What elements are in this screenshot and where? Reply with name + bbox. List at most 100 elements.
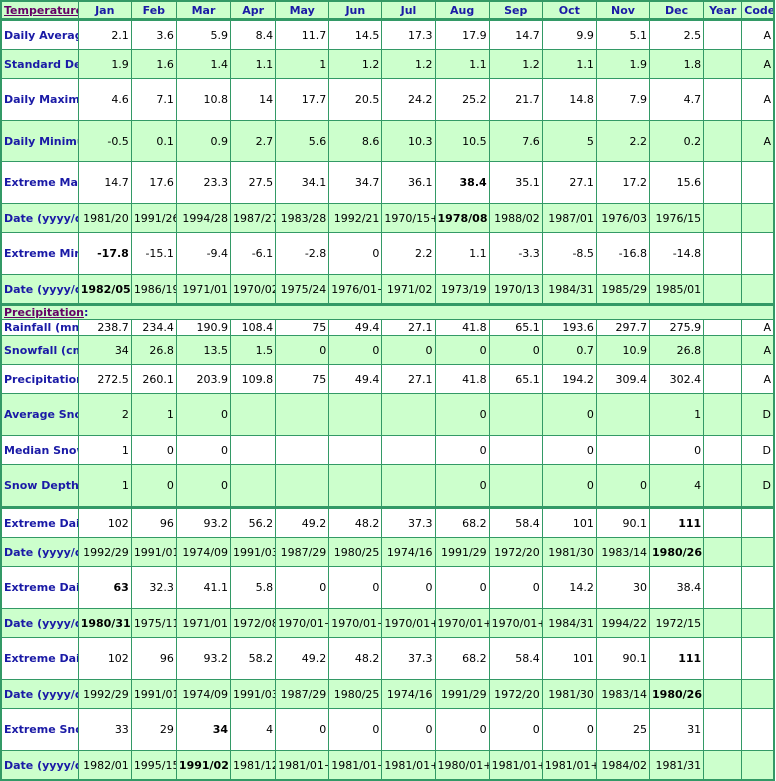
header-row: Temperature: Jan Feb Mar Apr May Jun Jul… <box>0 0 775 20</box>
table-row: Date (yyyy/dd)1982/011995/151991/021981/… <box>0 750 775 781</box>
cell-nov: 1.9 <box>595 49 651 79</box>
cell-jun: 0 <box>328 566 383 609</box>
cell-mar: 5.9 <box>175 18 232 50</box>
cell-nov: 1976/03 <box>595 203 651 233</box>
cell-jan: 102 <box>77 506 132 538</box>
cell-aug: 0 <box>434 566 490 609</box>
cell-jun: 1970/01+ <box>328 608 383 638</box>
table-row: Median Snow Depth (cm)100000D <box>0 435 775 465</box>
cell-code: A <box>741 120 775 162</box>
cell-jan: 1980/31 <box>77 608 132 638</box>
cell-sep: 65.1 <box>488 319 543 336</box>
cell-feb: 234.4 <box>130 319 177 336</box>
row-label: Median Snow Depth (cm) <box>0 435 79 465</box>
month-header-sep: Sep <box>488 0 543 20</box>
cell-feb: 26.8 <box>130 335 177 365</box>
cell-mar: 0.9 <box>175 120 232 162</box>
cell-dec: 1980/26 <box>649 679 705 709</box>
month-header-oct: Oct <box>541 0 597 20</box>
row-label: Snowfall (cm) <box>0 335 79 365</box>
table-row: Date (yyyy/dd)1992/291991/011974/091991/… <box>0 679 775 709</box>
cell-feb: 1.6 <box>130 49 177 79</box>
cell-oct: 101 <box>541 506 597 538</box>
cell-jun: 1980/25 <box>328 679 383 709</box>
cell-feb: 260.1 <box>130 364 177 394</box>
cell-aug: 1978/08 <box>434 203 490 233</box>
cell-jan: 1982/01 <box>77 750 132 781</box>
cell-sep: 1981/01+ <box>488 750 543 781</box>
cell-nov <box>595 435 651 465</box>
cell-apr: 1972/08 <box>230 608 277 638</box>
cell-year <box>703 78 743 121</box>
cell-dec: 15.6 <box>649 161 705 204</box>
cell-jun: 49.4 <box>328 319 383 336</box>
cell-mar: 1971/01 <box>175 274 232 305</box>
cell-feb: 3.6 <box>130 18 177 50</box>
cell-jul: 27.1 <box>381 319 436 336</box>
cell-apr: 1.1 <box>230 49 277 79</box>
cell-oct: 0 <box>541 708 597 751</box>
month-header-jul: Jul <box>381 0 436 20</box>
cell-code <box>741 506 775 538</box>
cell-dec: 1981/31 <box>649 750 705 781</box>
cell-mar: 10.8 <box>175 78 232 121</box>
row-label: Date (yyyy/dd) <box>0 750 79 781</box>
cell-sep: 58.4 <box>488 637 543 680</box>
cell-apr: 14 <box>230 78 277 121</box>
table-row: Extreme Daily Snowfall (cm)6332.341.15.8… <box>0 566 775 609</box>
cell-jul: 24.2 <box>381 78 436 121</box>
cell-dec: 4 <box>649 464 705 508</box>
cell-apr: 1991/03 <box>230 537 277 567</box>
cell-jul: 1970/15+ <box>381 203 436 233</box>
cell-may: 11.7 <box>275 18 330 50</box>
cell-nov: 30 <box>595 566 651 609</box>
cell-aug: 1.1 <box>434 232 490 275</box>
precipitation-link[interactable]: Precipitation <box>4 308 84 319</box>
cell-dec: 1976/15 <box>649 203 705 233</box>
cell-jun <box>328 464 383 508</box>
table-row: Daily Maximum (°C)4.67.110.81417.720.524… <box>0 78 775 121</box>
cell-jul: 1974/16 <box>381 537 436 567</box>
cell-code: A <box>741 18 775 50</box>
cell-oct: 0 <box>541 464 597 508</box>
cell-apr: 108.4 <box>230 319 277 336</box>
row-label: Daily Average (°C) <box>0 18 79 50</box>
cell-feb: 1991/01 <box>130 679 177 709</box>
cell-code <box>741 679 775 709</box>
cell-jul: 2.2 <box>381 232 436 275</box>
code-header: Code <box>741 0 775 20</box>
row-label: Precipitation (mm) <box>0 364 79 394</box>
cell-jan: 1.9 <box>77 49 132 79</box>
cell-feb: -15.1 <box>130 232 177 275</box>
cell-feb: 96 <box>130 506 177 538</box>
cell-code <box>741 203 775 233</box>
cell-sep: 1970/13 <box>488 274 543 305</box>
cell-jul: 37.3 <box>381 637 436 680</box>
cell-sep: 0 <box>488 566 543 609</box>
cell-year <box>703 537 743 567</box>
cell-year <box>703 708 743 751</box>
cell-code: A <box>741 78 775 121</box>
cell-nov: 1994/22 <box>595 608 651 638</box>
temperature-link[interactable]: Temperature <box>4 4 77 17</box>
month-header-jun: Jun <box>328 0 383 20</box>
table-row: Daily Average (°C)2.13.65.98.411.714.517… <box>0 18 775 50</box>
cell-feb: 1991/01 <box>130 537 177 567</box>
cell-sep: 1970/01+ <box>488 608 543 638</box>
cell-aug: 41.8 <box>434 319 490 336</box>
cell-jun: 49.4 <box>328 364 383 394</box>
cell-sep: 65.1 <box>488 364 543 394</box>
cell-may: 0 <box>275 335 330 365</box>
cell-code: D <box>741 464 775 508</box>
cell-oct: 0 <box>541 435 597 465</box>
cell-oct: 9.9 <box>541 18 597 50</box>
cell-aug: 38.4 <box>434 161 490 204</box>
cell-nov: 1983/14 <box>595 679 651 709</box>
cell-sep <box>488 393 543 436</box>
cell-dec: -14.8 <box>649 232 705 275</box>
cell-oct: 1.1 <box>541 49 597 79</box>
cell-jan: 1981/20 <box>77 203 132 233</box>
table-row: Extreme Maximum (°C)14.717.623.327.534.1… <box>0 161 775 204</box>
cell-aug: 0 <box>434 435 490 465</box>
row-label: Date (yyyy/dd) <box>0 274 79 305</box>
